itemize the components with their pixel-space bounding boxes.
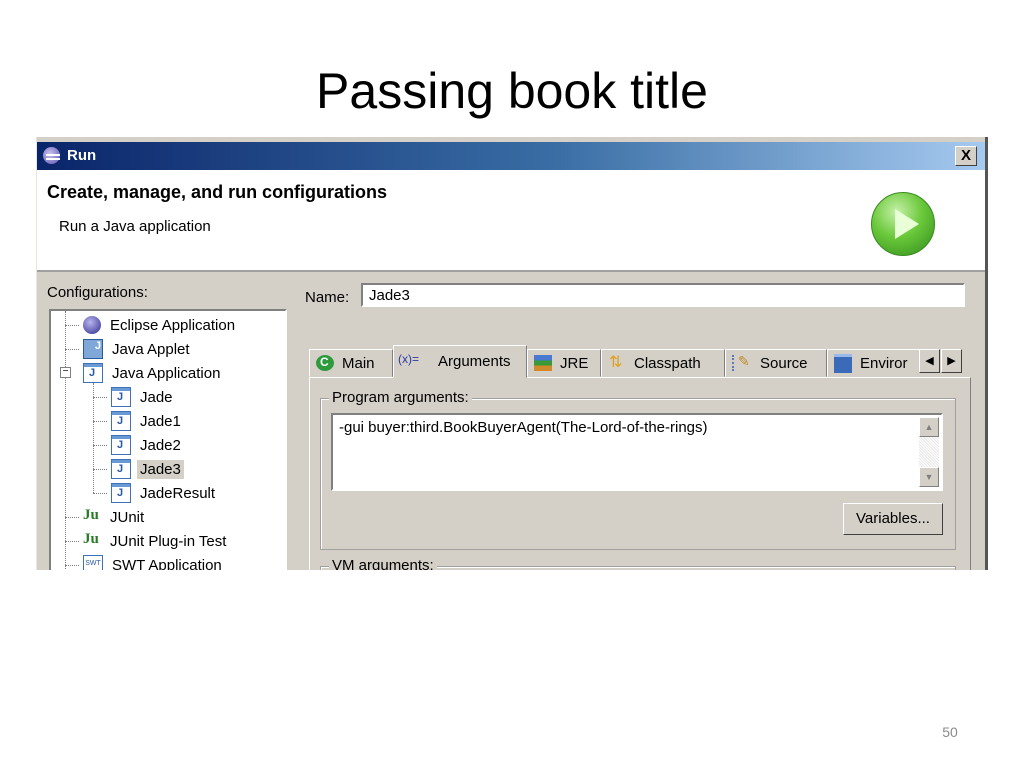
vm-arguments-label: VM arguments: [329,557,437,570]
environment-icon [834,353,852,373]
tree-item-eclipse-application[interactable]: Eclipse Application [65,314,238,336]
jre-icon [534,355,552,371]
configurations-label: Configurations: [47,284,148,301]
source-icon [732,353,752,371]
run-icon [871,192,935,256]
tree-connector [65,564,79,566]
slide-title: Passing book title [316,63,708,119]
java-application-icon [83,363,103,383]
tree-connector [65,348,79,350]
header-title: Create, manage, and run configurations [47,182,388,202]
swt-icon: SWT [83,555,103,570]
scroll-down-button[interactable]: ▼ [919,467,939,487]
java-application-icon [111,411,131,431]
tree-connector [93,420,107,422]
tree-item-java-application[interactable]: − Java Application [60,362,223,384]
tree-item-junit-plugin-test[interactable]: JUnit Plug-in Test [65,530,229,552]
tree-connector [65,540,79,542]
dialog-header: Create, manage, and run configurations R… [37,170,985,272]
tree-item-label: Jade [140,388,173,406]
tab-main[interactable]: Main [309,349,393,377]
tab-label: Source [760,354,808,372]
run-dialog: Run X Create, manage, and run configurat… [36,137,988,570]
tree-connector [93,444,107,446]
vertical-scrollbar[interactable]: ▲ ▼ [919,417,939,487]
tree-item-java-applet[interactable]: Java Applet [65,338,193,360]
tree-connector [65,516,79,518]
java-applet-icon [83,339,103,359]
vm-arguments-group: VM arguments: [320,557,956,570]
tree-item-swt-application[interactable]: SWT SWT Application [65,554,225,570]
tree-connector [93,468,107,470]
tree-item-label: Eclipse Application [110,316,236,334]
tree-item-label: SWT Application [112,556,222,571]
tree-item-label: Java Applet [112,340,190,358]
title-bar: Run X [37,142,985,170]
program-arguments-value: -gui buyer:third.BookBuyerAgent(The-Lord… [339,419,708,436]
tree-item-junit[interactable]: JUnit [65,506,147,528]
tab-jre[interactable]: JRE [527,349,601,377]
eclipse-icon [43,147,60,164]
tab-label: Arguments [438,353,511,370]
tab-label: Classpath [634,354,701,372]
tree-item-jaderesult[interactable]: JadeResult [93,482,218,504]
tab-source[interactable]: Source [725,349,827,377]
tab-classpath[interactable]: Classpath [601,349,725,377]
tree-item-label: Java Application [112,364,221,382]
tree-item-label: Jade2 [140,436,181,454]
name-input[interactable] [361,283,965,307]
classpath-icon [608,352,626,372]
tab-arguments[interactable]: Arguments [393,345,527,378]
tree-item-label: Jade1 [140,412,181,430]
tree-item-jade3[interactable]: Jade3 [93,458,184,480]
java-application-icon [111,459,131,479]
tree-connector [93,396,107,398]
eclipse-icon [83,316,101,334]
page-number: 50 [942,724,958,740]
program-arguments-textarea[interactable]: -gui buyer:third.BookBuyerAgent(The-Lord… [331,413,943,491]
tree-item-jade1[interactable]: Jade1 [93,410,184,432]
tree-item-jade2[interactable]: Jade2 [93,434,184,456]
tab-scroll-left-button[interactable]: ◀ [919,349,940,373]
tab-scroll-right-button[interactable]: ▶ [941,349,962,373]
tab-label: Enviror [860,354,908,372]
tree-item-label: JUnit [110,508,145,526]
tree-connector [65,324,79,326]
name-label: Name: [305,289,350,306]
tree-item-jade[interactable]: Jade [93,386,176,408]
configurations-tree[interactable]: Eclipse Application Java Applet − Java A… [49,309,287,570]
tree-item-label: JadeResult [140,484,216,502]
tab-label: JRE [560,354,589,372]
java-application-icon [111,483,131,503]
java-application-icon [111,387,131,407]
scroll-up-button[interactable]: ▲ [919,417,939,437]
tree-connector [93,492,107,494]
junit-icon [83,507,101,526]
java-application-icon [111,435,131,455]
variables-button[interactable]: Variables... [843,503,943,535]
tab-label: Main [342,354,375,372]
program-arguments-label: Program arguments: [329,389,472,406]
header-subtitle: Run a Java application [59,218,211,235]
collapse-toggle[interactable]: − [60,367,71,378]
window-title: Run [67,147,97,164]
tree-item-label: Jade3 [137,459,184,479]
junit-plugin-icon [83,531,101,550]
close-button[interactable]: X [955,146,977,166]
tree-item-label: JUnit Plug-in Test [110,532,227,550]
main-class-icon [316,355,334,371]
arguments-icon [398,352,430,370]
tab-environment[interactable]: Enviror [827,349,919,377]
